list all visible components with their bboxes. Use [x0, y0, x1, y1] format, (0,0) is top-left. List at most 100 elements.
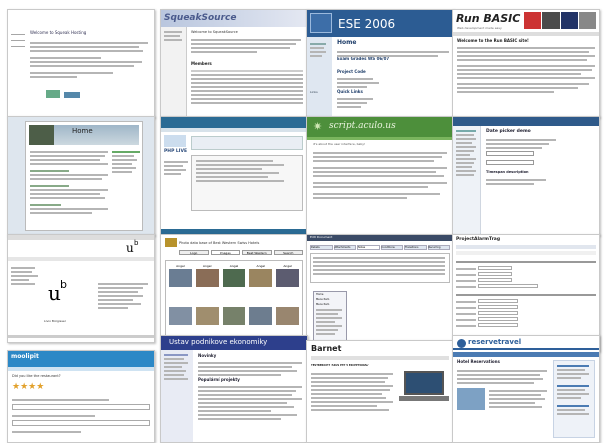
thumbnail-image[interactable]: [195, 269, 219, 287]
thumbnail-image[interactable]: [249, 269, 273, 287]
tab-attachments[interactable]: Attachments: [333, 245, 356, 250]
text-input[interactable]: [478, 266, 512, 270]
tab-recurring[interactable]: Recurring: [427, 245, 450, 250]
date-input[interactable]: [486, 151, 534, 156]
thumbnail-image[interactable]: [195, 307, 219, 325]
text-input[interactable]: [12, 404, 150, 410]
thumb-runbasic[interactable]: Run BASIC Web development made easy Welc…: [452, 9, 600, 118]
thumb-barnet[interactable]: Barnet TESTBERICHT 'ASUS ETP 5 EXCEPTION…: [306, 340, 454, 443]
thumb-php-live[interactable]: PHP LIVE: [160, 116, 308, 236]
thumb-ustav[interactable]: Ustav podnikove ekonomiky Novinky Populá…: [160, 335, 308, 443]
image-card[interactable]: Angel: [222, 264, 246, 287]
date-input[interactable]: [486, 160, 534, 165]
sidebar: [11, 265, 41, 287]
sidebar: [453, 126, 481, 235]
site-logo: script.aculo.us: [329, 121, 396, 131]
tab-logo[interactable]: Logo: [179, 250, 209, 255]
text-input[interactable]: [478, 299, 518, 303]
image-card[interactable]: Angel: [195, 264, 219, 287]
menu-item[interactable]: Menu Item: [314, 302, 346, 307]
thumb-squeaksource[interactable]: SqueakSource Welcome to SqueakSource Mem…: [160, 9, 308, 118]
tab-bar: Details Attachments Notes Conditions Tra…: [310, 245, 450, 250]
nav-bar[interactable]: [456, 251, 596, 255]
article-headline: TESTBERICHT 'ASUS ETP 5 EXCEPTIONAL': [311, 364, 369, 367]
university-logo-large: b: [60, 278, 67, 291]
tab-transitions[interactable]: Transitions: [404, 245, 427, 250]
thumbnail-image[interactable]: [169, 269, 192, 287]
thumbnail-image[interactable]: [276, 307, 299, 325]
site-logo: SqueakSource: [164, 13, 237, 23]
sidebar: Links: [307, 37, 332, 117]
text-input[interactable]: [12, 420, 150, 426]
thumbnail-image[interactable]: [276, 269, 299, 287]
nav-bar[interactable]: [311, 356, 449, 360]
nav-bar[interactable]: [8, 257, 154, 261]
thumb-scriptaculous[interactable]: script.aculo.us ✷ it's about the user in…: [306, 116, 454, 236]
promo-image: [457, 388, 485, 410]
thumbnail-image[interactable]: [169, 307, 192, 325]
sidebar: [161, 27, 187, 117]
thumb-squeak-hosting[interactable]: Welcome to Squeak Hosting: [7, 9, 155, 118]
tab-conditions[interactable]: Conditions: [380, 245, 403, 250]
image-card[interactable]: Angel: [249, 264, 273, 287]
image-card[interactable]: Angel: [169, 264, 192, 287]
section-heading: Project Code: [337, 69, 366, 74]
page-title: ProjectAlarmTrag: [456, 237, 501, 242]
university-logo: u: [126, 241, 134, 255]
thumb-reservetravel[interactable]: reservetravel Hotel Reservations: [452, 335, 600, 443]
form-panel: [191, 155, 303, 211]
form-fields: [456, 259, 596, 329]
text-input[interactable]: [478, 317, 518, 321]
tab-search[interactable]: Search: [273, 250, 303, 255]
text-input[interactable]: [478, 305, 518, 309]
content-lines: [457, 368, 547, 386]
tab-details[interactable]: Details: [310, 245, 333, 250]
text-input[interactable]: [478, 323, 518, 327]
thumbnail-image[interactable]: [249, 307, 273, 325]
section-heading: Populární projekty: [198, 377, 240, 382]
university-logo: b: [134, 239, 139, 247]
header-image: [29, 125, 54, 145]
thumb-blog-home[interactable]: Home: [7, 116, 155, 236]
text-input[interactable]: [478, 272, 512, 276]
tab-best-western[interactable]: Best Western: [242, 250, 272, 255]
site-header: reservetravel: [453, 336, 599, 350]
content-lines: [191, 37, 301, 55]
text-input[interactable]: [478, 278, 512, 282]
image-card[interactable]: Angel: [276, 264, 299, 287]
thumb-ese2006[interactable]: ESE 2006 Links Home Exam Grades WS 06/07…: [306, 9, 454, 118]
thumb-unibe[interactable]: u b u b Livio Bürgisser: [7, 234, 155, 343]
sidebar-links-label: Links: [310, 90, 318, 94]
sidebar: [161, 350, 193, 442]
logo-icon: [64, 92, 80, 98]
tab-notes[interactable]: Notes: [357, 245, 380, 250]
sidebar: [553, 360, 595, 438]
page-heading: Hotel Reservations: [457, 359, 500, 364]
text-input[interactable]: [478, 284, 538, 288]
site-logo: PHP LIVE: [164, 149, 188, 154]
page: Home: [25, 121, 143, 231]
star-rating[interactable]: ★★★★: [12, 383, 44, 392]
content-lines: [337, 76, 397, 90]
thumb-moolipit[interactable]: moolipit Did you like the restaurant? ★★…: [7, 350, 155, 443]
site-tagline: Web development made easy: [457, 26, 502, 30]
thumb-date-picker[interactable]: Date picker demo Timespan description: [452, 116, 600, 236]
logo-icon: [46, 90, 60, 98]
content-lines: [486, 177, 546, 187]
image-row: Angel Angel Angel Angel Angel: [166, 261, 302, 290]
nav-bar[interactable]: [8, 367, 154, 371]
tab-images[interactable]: Images: [210, 250, 240, 255]
nav-bar[interactable]: [161, 128, 307, 132]
laptop-image: [399, 371, 449, 405]
thumbnail-image[interactable]: [222, 307, 246, 325]
text-input[interactable]: [478, 311, 518, 315]
toolbar[interactable]: [456, 245, 596, 249]
nav-bar[interactable]: [307, 137, 453, 140]
nav-bar[interactable]: [453, 32, 599, 36]
form-row: [456, 323, 596, 329]
thumbnail-image[interactable]: [222, 269, 246, 287]
image-row: [166, 304, 302, 328]
search-form[interactable]: [191, 136, 303, 150]
nav-bar[interactable]: [453, 352, 599, 357]
site-header: [453, 117, 599, 126]
